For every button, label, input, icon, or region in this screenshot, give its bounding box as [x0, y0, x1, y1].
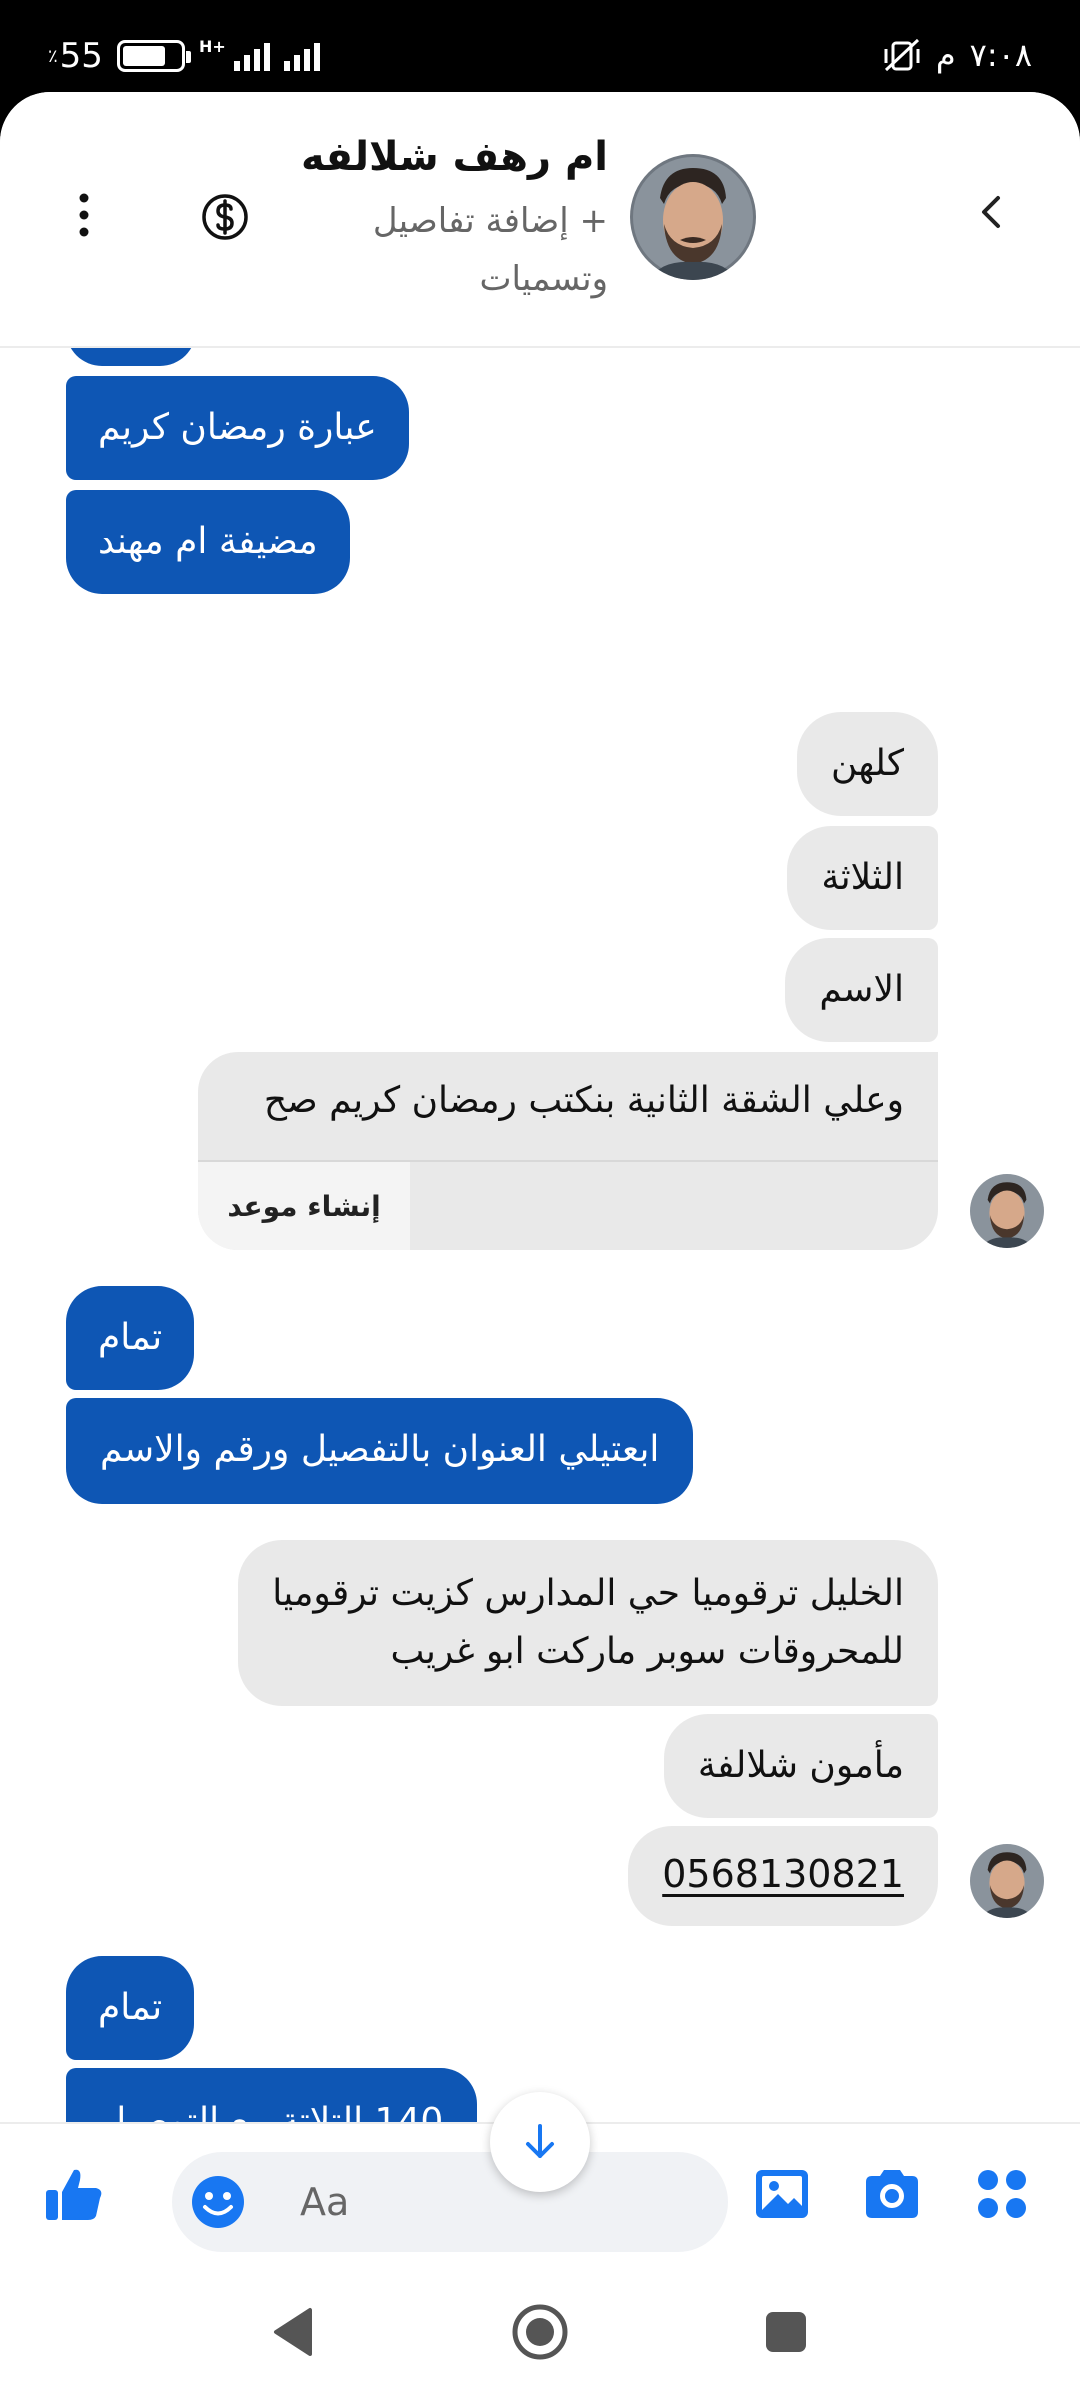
status-ampm: م — [935, 36, 956, 74]
sender-avatar[interactable] — [970, 1844, 1044, 1918]
message-text: 0568130821 — [662, 1852, 904, 1896]
arrow-down-icon — [526, 2124, 554, 2158]
message-bubble-with-action[interactable]: وعلي الشقة الثانية بنكتب رمضان كريم صح إ… — [198, 1052, 938, 1250]
message-bubble-received[interactable]: مأمون شلالفة — [663, 1714, 938, 1818]
message-bubble-received[interactable]: الخليل ترقوميا حي المدارس كزيت ترقوميا ل… — [238, 1540, 938, 1706]
back-icon[interactable] — [972, 192, 1012, 232]
avatar-image — [970, 1844, 1044, 1918]
contact-avatar[interactable] — [630, 154, 756, 280]
message-bubble-received[interactable]: الاسم — [785, 938, 938, 1042]
nav-back-icon[interactable] — [266, 2302, 326, 2362]
phone-number-link[interactable]: 0568130821 — [628, 1826, 938, 1926]
message-text: كلهن — [830, 743, 904, 784]
status-time: ٧:٠٨ — [969, 36, 1032, 74]
system-navigation-bar — [0, 2262, 1080, 2400]
message-bubble-sent[interactable]: تمام — [66, 1956, 195, 2060]
message-text: ابعتيلي العنوان بالتفصيل ورقم والاسم — [100, 1429, 660, 1470]
message-text: وعلي الشقة الثانية بنكتب رمضان كريم صح — [263, 1080, 904, 1121]
signal-icon-2 — [283, 41, 320, 71]
message-text: مضيفة ام مهند — [98, 521, 318, 562]
message-bubble-received[interactable]: الثلاثة — [787, 826, 938, 930]
network-type: H+ — [198, 36, 226, 56]
message-text: تمام — [98, 1987, 163, 2028]
message-bubble-received[interactable]: كلهن — [796, 712, 938, 816]
status-left: ٪ 55 H+ — [48, 36, 320, 76]
emoji-icon[interactable] — [190, 2174, 246, 2230]
status-right: م ٧:٠٨ — [882, 36, 1032, 74]
message-line: الخليل ترقوميا حي المدارس كزيت ترقوميا — [272, 1573, 904, 1614]
message-text: الثلاثة — [821, 857, 904, 898]
like-icon[interactable] — [42, 2162, 106, 2226]
battery-percent-sign: ٪ — [48, 45, 58, 67]
message-list[interactable]: عبارة رمضان كريم مضيفة ام مهند كلهن الثل… — [0, 348, 1080, 2216]
avatar-image — [630, 154, 756, 280]
camera-icon[interactable] — [860, 2162, 924, 2226]
signal-icon — [233, 41, 270, 71]
message-text: عبارة رمضان كريم — [98, 407, 377, 448]
message-text: مأمون شلالفة — [697, 1745, 904, 1786]
contact-name[interactable]: ام رهف شلالفه — [301, 134, 608, 180]
nav-recents-icon[interactable] — [756, 2302, 816, 2362]
message-bubble-partial[interactable] — [66, 348, 196, 366]
message-input[interactable] — [300, 2172, 700, 2232]
status-bar: ٪ 55 H+ م ٧:٠٨ — [0, 0, 1080, 90]
conversation-header: ام رهف شلالفه + إضافة تفاصيل وتسميات — [0, 92, 1080, 348]
nav-home-icon[interactable] — [510, 2302, 570, 2362]
gallery-icon[interactable] — [750, 2162, 814, 2226]
message-input-field[interactable] — [172, 2152, 728, 2252]
battery-level: 55 — [59, 36, 103, 76]
message-bubble-sent[interactable]: عبارة رمضان كريم — [66, 376, 409, 480]
apps-icon[interactable] — [970, 2162, 1034, 2226]
create-appointment-button[interactable]: إنشاء موعد — [198, 1162, 410, 1250]
message-text: تمام — [98, 1317, 163, 1358]
more-options-icon[interactable] — [72, 192, 96, 238]
message-bubble-sent[interactable]: تمام — [66, 1286, 195, 1390]
messenger-app: ام رهف شلالفه + إضافة تفاصيل وتسميات عبا… — [0, 92, 1080, 2400]
sender-avatar[interactable] — [970, 1174, 1044, 1248]
battery-icon — [116, 40, 191, 72]
avatar-image — [970, 1174, 1044, 1248]
dollar-icon[interactable] — [200, 192, 250, 242]
vibrate-mute-icon — [884, 38, 920, 72]
message-text: الاسم — [819, 969, 904, 1010]
add-details-link[interactable]: + إضافة تفاصيل وتسميات — [318, 192, 608, 308]
message-bubble-sent[interactable]: مضيفة ام مهند — [66, 490, 350, 594]
scroll-to-bottom-button[interactable] — [490, 2092, 590, 2192]
message-line: للمحروقات سوبر ماركت ابو غريب — [390, 1631, 904, 1672]
message-bubble-sent[interactable]: ابعتيلي العنوان بالتفصيل ورقم والاسم — [66, 1398, 694, 1504]
